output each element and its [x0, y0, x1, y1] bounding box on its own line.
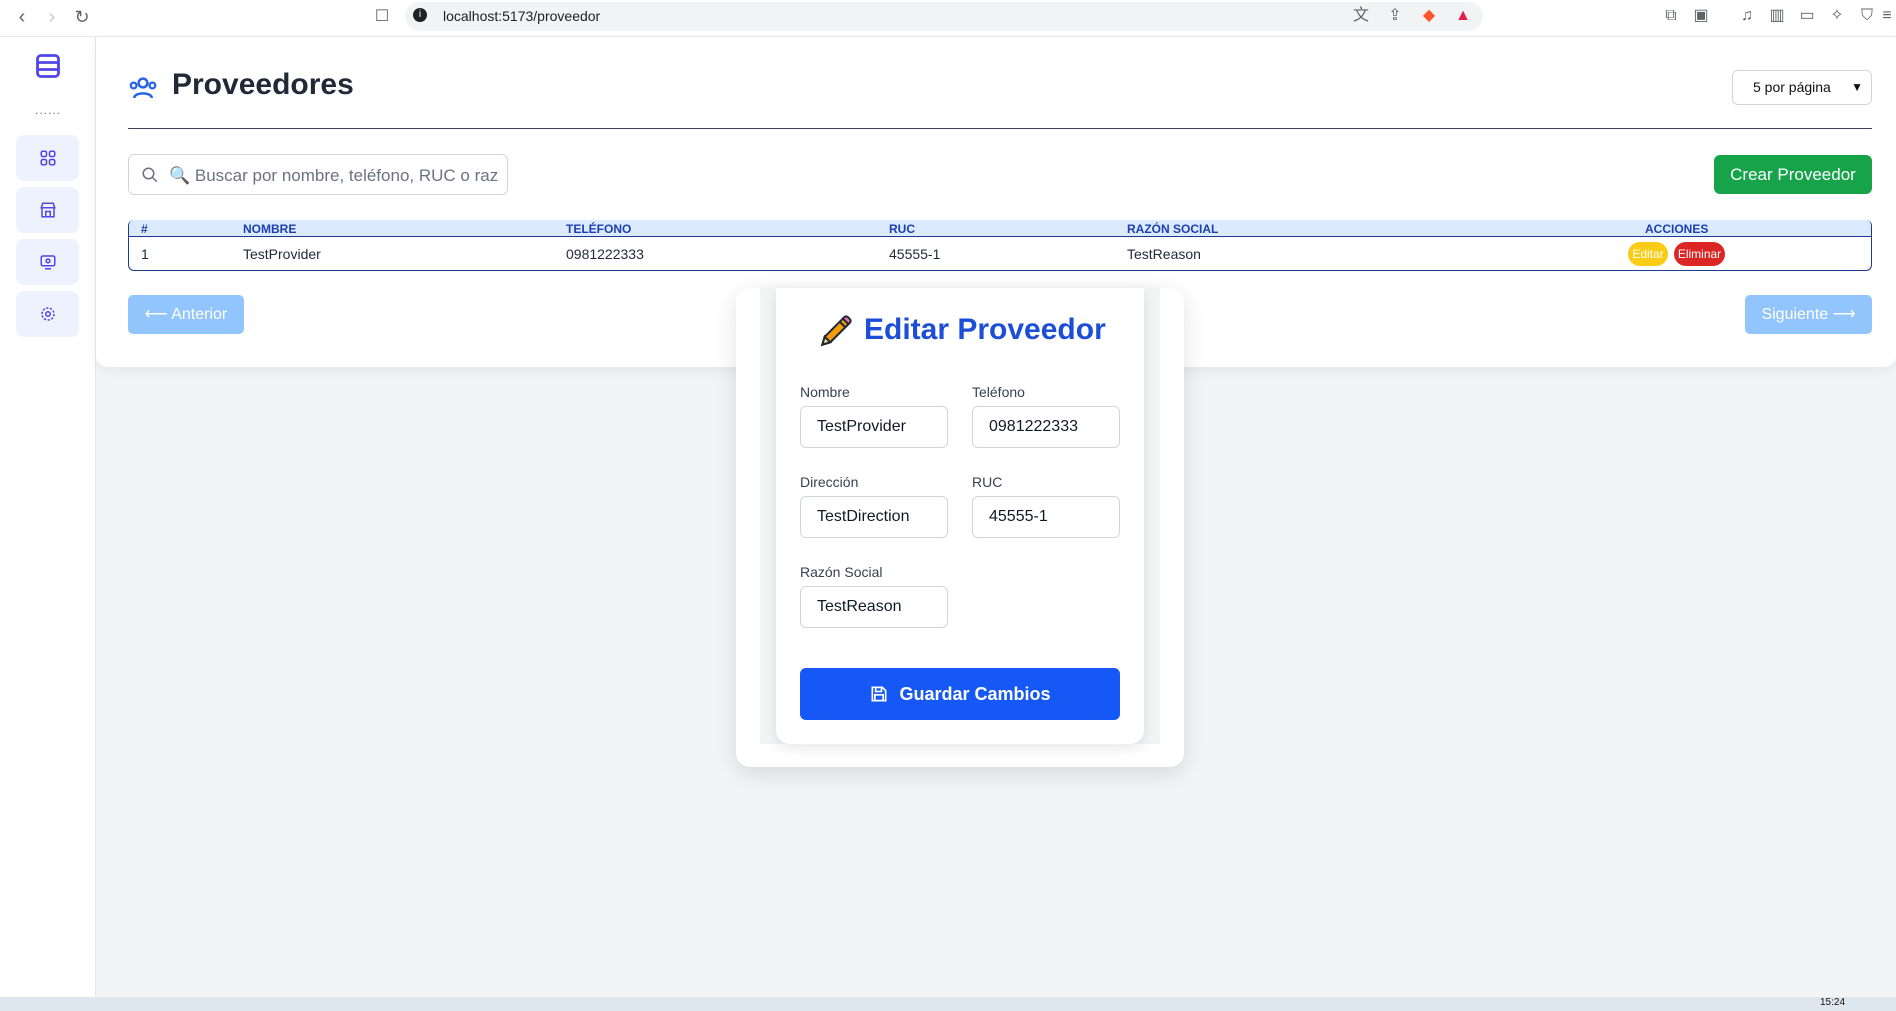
sidebar-toggle-icon[interactable]: ▥ [1766, 5, 1788, 27]
browser-toolbar: ‹ › ↻ ☐ i localhost:5173/proveedor 文 ⇪ ◆… [0, 0, 1896, 37]
gear-icon [40, 307, 55, 321]
nombre-field[interactable]: TestProvider [800, 406, 948, 448]
translate-icon[interactable]: 文 [1350, 5, 1372, 27]
store-icon [39, 202, 56, 218]
search-icon [142, 167, 158, 183]
cell-nombre: TestProvider [243, 246, 321, 262]
column-header: RAZÓN SOCIAL [1127, 222, 1219, 236]
modal-title: Editar Proveedor [864, 313, 1106, 346]
save-changes-button[interactable]: Guardar Cambios [800, 668, 1120, 720]
users-icon [129, 77, 157, 99]
database-logo-icon[interactable] [34, 52, 62, 80]
cell-telefono: 0981222333 [566, 246, 644, 262]
menu-icon[interactable]: ≡ [1880, 5, 1894, 27]
sidebar-divider: ...... [34, 103, 61, 117]
column-header: RUC [889, 222, 915, 236]
sidebar-item-screens[interactable] [16, 239, 79, 285]
next-page-button[interactable]: Siguiente ⟶ [1745, 295, 1872, 334]
save-icon [871, 686, 887, 702]
back-icon[interactable]: ‹ [10, 5, 34, 29]
pencil-icon [820, 315, 852, 347]
header-divider [128, 128, 1872, 129]
telefono-label: Teléfono [972, 384, 1025, 400]
direccion-label: Dirección [800, 474, 859, 490]
cell-razon-social: TestReason [1127, 246, 1201, 262]
url-text[interactable]: localhost:5173/proveedor [443, 8, 600, 24]
search-placeholder: 🔍 Buscar por nombre, teléfono, RUC o raz… [169, 166, 499, 185]
edit-button[interactable]: Editar [1628, 242, 1668, 266]
table-header: # NOMBRE TELÉFONO RUC RAZÓN SOCIAL ACCIO… [129, 220, 1871, 237]
delete-button[interactable]: Eliminar [1674, 242, 1725, 266]
ruc-field[interactable]: 45555-1 [972, 496, 1120, 538]
save-changes-label: Guardar Cambios [899, 684, 1051, 704]
monitor-icon [40, 255, 55, 270]
site-info-icon[interactable]: i [413, 8, 427, 22]
sidebar: ...... [0, 37, 96, 1011]
brave-shield-icon[interactable]: ◆ [1418, 5, 1440, 27]
column-header: TELÉFONO [566, 222, 632, 236]
brave-rewards-icon[interactable]: ▲ [1452, 5, 1474, 27]
media-icon[interactable]: ♫ [1736, 5, 1758, 27]
bookmark-icon[interactable]: ☐ [370, 5, 394, 29]
previous-page-button[interactable]: ⟵ Anterior [128, 295, 244, 334]
column-header: # [141, 222, 148, 236]
sidebar-item-dashboard[interactable] [16, 135, 79, 181]
telefono-field[interactable]: 0981222333 [972, 406, 1120, 448]
razon-social-field[interactable]: TestReason [800, 586, 948, 628]
reload-icon[interactable]: ↻ [70, 5, 94, 29]
sidebar-item-settings[interactable] [16, 291, 79, 337]
page-title: Proveedores [172, 68, 354, 101]
direccion-field[interactable]: TestDirection [800, 496, 948, 538]
tab-search-icon[interactable]: ▣ [1690, 5, 1712, 27]
wallet-icon[interactable]: ▭ [1796, 5, 1818, 27]
per-page-value: 5 por página [1753, 79, 1831, 95]
taskbar-clock: 15:24 [1820, 997, 1846, 1008]
search-input[interactable]: 🔍 Buscar por nombre, teléfono, RUC o raz… [128, 154, 508, 195]
nombre-label: Nombre [800, 384, 850, 400]
vpn-icon[interactable]: ⛉ [1856, 5, 1878, 27]
column-header: NOMBRE [243, 222, 297, 236]
extensions-icon[interactable]: ⧉ [1660, 5, 1682, 27]
sidebar-item-store[interactable] [16, 187, 79, 233]
share-icon[interactable]: ⇪ [1384, 5, 1406, 27]
cell-ruc: 45555-1 [889, 246, 941, 262]
grid-icon [40, 150, 55, 166]
chevron-down-icon: ▼ [1851, 80, 1863, 94]
per-page-select[interactable]: 5 por página ▼ [1732, 70, 1872, 105]
cell-number: 1 [141, 246, 149, 262]
ruc-label: RUC [972, 474, 1003, 490]
razon-social-label: Razón Social [800, 564, 883, 580]
column-header: ACCIONES [1645, 222, 1709, 236]
leo-icon[interactable]: ✧ [1826, 5, 1848, 27]
os-taskbar: 15:24 [0, 997, 1896, 1011]
forward-icon[interactable]: › [40, 5, 64, 29]
create-provider-button[interactable]: Crear Proveedor [1714, 155, 1872, 194]
providers-table: # NOMBRE TELÉFONO RUC RAZÓN SOCIAL ACCIO… [128, 220, 1872, 271]
